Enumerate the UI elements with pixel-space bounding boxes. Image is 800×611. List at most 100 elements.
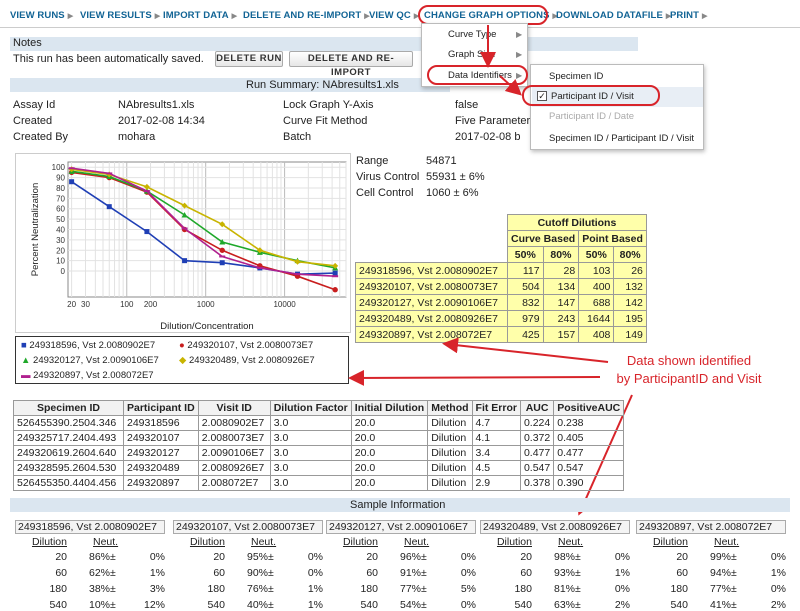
data-point — [143, 190, 150, 193]
sample-cell: 0% — [770, 583, 786, 595]
sample-cell: 40% — [246, 599, 268, 611]
sample-cell: ± — [575, 583, 581, 595]
delete-reimport-button[interactable]: DELETE AND RE-IMPORT — [289, 51, 413, 78]
menu-view-qc[interactable]: VIEW QC ▶ — [369, 10, 419, 21]
sample-col-header: Neut. — [558, 536, 584, 548]
sample-cell: 540 — [207, 599, 225, 611]
chevron-right-icon: ▶ — [67, 13, 74, 20]
x-tick-label: 1000 — [197, 300, 215, 309]
sample-cell: ± — [110, 567, 116, 579]
sample-cell: 60 — [55, 567, 67, 579]
control-label: Range — [356, 155, 389, 167]
x-tick-label: 100 — [120, 300, 134, 309]
data-point — [219, 255, 226, 258]
sample-cell: 1% — [307, 599, 323, 611]
menu-import-data[interactable]: IMPORT DATA ▶ — [163, 10, 237, 21]
cutoff-title: Cutoff Dilutions — [507, 214, 647, 231]
chevron-right-icon: ▶ — [702, 13, 708, 20]
table-row: 249320619.2604.640 249320127 2.0090106E7 3.… — [13, 445, 625, 461]
sample-cell: 91% — [399, 567, 421, 579]
summary-label: Assay Id — [13, 99, 56, 111]
control-label: Cell Control — [356, 187, 414, 199]
sample-cell: 0% — [307, 551, 323, 563]
y-tick-label: 0 — [61, 267, 66, 276]
menu-curve-type[interactable]: Curve Type — [448, 29, 496, 40]
sample-cell: 60 — [520, 567, 532, 579]
menu-graph-size[interactable]: Graph Size — [448, 49, 496, 60]
delete-run-button[interactable]: DELETE RUN — [215, 51, 283, 67]
sample-col-header: Dilution — [652, 536, 688, 548]
data-point — [106, 172, 113, 175]
control-value: 1060 ± 6% — [426, 187, 479, 199]
sample-cell: 60 — [213, 567, 225, 579]
sample-cell: 1% — [614, 567, 630, 579]
control-value: 55931 ± 6% — [426, 171, 485, 183]
curve-based-header: Curve Based — [506, 230, 580, 247]
sample-group-header: 249318596, Vst 2.0080902E7 — [15, 520, 165, 534]
sample-cell: 10% — [88, 599, 110, 611]
sample-cell: 20 — [520, 551, 532, 563]
triangle-icon: ▲ — [21, 355, 31, 366]
menu-view-runs[interactable]: VIEW RUNS ▶ — [10, 10, 73, 21]
menu-download-datafile[interactable]: DOWNLOAD DATAFILE ▶ — [556, 10, 671, 21]
table-row: 526455390.2504.346 249318596 2.0080902E7 3.… — [13, 415, 625, 431]
menu-view-results[interactable]: VIEW RESULTS ▶ — [80, 10, 160, 21]
table-row: 249320897, Vst 2.008072E7 425 157 408 149 — [355, 326, 647, 343]
sample-col-header: Dilution — [496, 536, 532, 548]
sample-cell: ± — [421, 567, 427, 579]
sample-group-header: 249320127, Vst 2.0090106E7 — [326, 520, 476, 534]
x-axis-label: Dilution/Concentration — [160, 321, 253, 332]
summary-value: NAbresults1.xls — [118, 99, 195, 111]
data-point — [144, 229, 150, 235]
menu-delete-reimport[interactable]: DELETE AND RE-IMPORT ▶ — [243, 10, 370, 21]
sample-cell: 540 — [360, 599, 378, 611]
sample-cell: ± — [731, 599, 737, 611]
sample-cell: 90% — [246, 567, 268, 579]
sample-cell: 77% — [399, 583, 421, 595]
sample-cell: 99% — [709, 551, 731, 563]
table-row: 249318596, Vst 2.0080902E7 117 28 103 26 — [355, 262, 647, 279]
specimen-table: Specimen ID Participant ID Visit ID Dilu… — [13, 400, 625, 491]
sample-cell: ± — [575, 551, 581, 563]
sample-cell: 63% — [553, 599, 575, 611]
sample-cell: 0% — [307, 567, 323, 579]
sample-cell: 180 — [207, 583, 225, 595]
sample-col-header: Neut. — [714, 536, 740, 548]
chevron-right-icon: ▶ — [154, 13, 161, 20]
menu-specimen-participant-visit[interactable]: Specimen ID / Participant ID / Visit — [549, 133, 694, 144]
data-point — [181, 227, 188, 230]
pct-header: 80% — [613, 246, 647, 263]
highlight-oval — [418, 5, 548, 25]
sample-cell: ± — [268, 567, 274, 579]
summary-label: Curve Fit Method — [283, 115, 368, 127]
y-tick-label: 10 — [56, 257, 65, 266]
chart-plot: 010203040506070809010020 30 100 200 1000 1000… — [30, 161, 347, 332]
y-tick-label: 70 — [56, 194, 65, 203]
sample-cell: 0% — [460, 599, 476, 611]
sample-cell: 94% — [709, 567, 731, 579]
sample-cell: 0% — [614, 583, 630, 595]
sample-cell: ± — [110, 599, 116, 611]
highlight-oval — [427, 65, 528, 85]
cutoff-dilutions-table: Cutoff Dilutions Curve Based Point Based… — [355, 214, 647, 343]
chevron-right-icon: ▶ — [516, 50, 523, 59]
highlight-oval — [522, 85, 660, 106]
table-header: Specimen ID Participant ID Visit ID Dilu… — [13, 400, 625, 416]
y-tick-label: 90 — [56, 174, 65, 183]
table-row: 526455350.4404.456 249320897 2.008072E7 3.0… — [13, 475, 625, 491]
annotation-text: Data shown identified by ParticipantID a… — [580, 352, 798, 388]
table-row: 249320107, Vst 2.0080073E7 504 134 400 132 — [355, 278, 647, 295]
data-point — [294, 273, 301, 276]
menu-specimen-id[interactable]: Specimen ID — [549, 71, 603, 82]
sample-cell: 20 — [213, 551, 225, 563]
chevron-right-icon: ▶ — [231, 13, 238, 20]
run-summary-title: Run Summary: NAbresults1.xls — [246, 79, 399, 91]
sample-group-header: 249320897, Vst 2.008072E7 — [636, 520, 786, 534]
sample-group-header: 249320489, Vst 2.0080926E7 — [480, 520, 630, 534]
data-point — [68, 167, 75, 170]
sample-cell: 540 — [514, 599, 532, 611]
sample-cell: 5% — [460, 583, 476, 595]
sample-cell: 41% — [709, 599, 731, 611]
menu-print[interactable]: PRINT ▶ — [670, 10, 707, 21]
sample-cell: ± — [268, 599, 274, 611]
